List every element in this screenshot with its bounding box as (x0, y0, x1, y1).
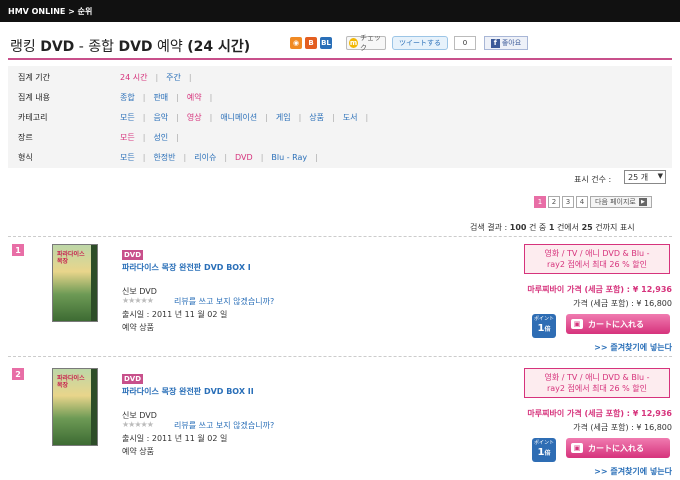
add-favorite-link[interactable]: >> 즐겨찾기에 넣는다 (594, 342, 672, 353)
filter-option[interactable]: 애니메이션 (220, 113, 257, 122)
filter-option[interactable]: 주간 (166, 73, 181, 82)
reserve-label: 예약 상품 (122, 447, 154, 456)
title-underline (8, 58, 672, 60)
play-arrow-icon: ▶ (638, 198, 647, 206)
list-item: 2 파라다이스 목장 DVD 파라다이스 목장 완전판 DVD BOX II 신… (8, 364, 672, 480)
add-favorite-link[interactable]: >> 즐겨찾기에 넣는다 (594, 466, 672, 477)
filter-row-content: 집계 내용 종합 | 판매 | 예약 | (18, 93, 213, 102)
page-3-button[interactable]: 3 (562, 196, 574, 208)
title-bar: 랭킹 DVD - 종합 DVD 예약 (24 시간) ◉ B BL m チェック … (8, 34, 672, 60)
release-date: 출시일 : 2011 년 11 월 02 일 (122, 310, 228, 319)
add-to-cart-button[interactable]: ▣ カートに入れる (566, 438, 670, 458)
page-title: 랭킹 DVD - 종합 DVD 예약 (24 시간) (10, 39, 251, 55)
perpage-value: 25 개 (628, 172, 649, 182)
release-date: 출시일 : 2011 년 11 월 02 일 (122, 434, 228, 443)
page-4-button[interactable]: 4 (576, 196, 588, 208)
list-divider (8, 236, 672, 237)
filter-label: 형식 (18, 153, 33, 162)
list-divider (8, 356, 672, 357)
filter-option[interactable]: 한정반 (153, 153, 175, 162)
star-rating-icon: ★★★★★ (122, 296, 154, 305)
product-title-link[interactable]: 파라다이스 목장 완전판 DVD BOX I (122, 262, 251, 273)
filter-option[interactable]: 판매 (153, 93, 168, 102)
reserve-label: 예약 상품 (122, 323, 154, 332)
list-price: 가격 (세금 포함) : ¥ 16,800 (573, 299, 672, 308)
list-price: 가격 (세금 포함) : ¥ 16,800 (573, 423, 672, 432)
filter-row-category: 카테고리 모든 | 음악 | 영상 | 애니메이션 | 게임 | 상품 | 도서 | (18, 113, 369, 122)
filter-option[interactable]: 모든 (120, 133, 135, 142)
point-multiplier-icon: ポイント 1倍 (532, 314, 556, 338)
filter-option[interactable]: 게임 (276, 113, 291, 122)
page-2-button[interactable]: 2 (548, 196, 560, 208)
result-count: 검색 결과 : 100 건 중 1 건에서 25 건까지 표시 (470, 223, 635, 232)
bookmark-bl-icon[interactable]: BL (320, 37, 332, 49)
add-to-cart-button[interactable]: ▣ カートに入れる (566, 314, 670, 334)
filter-row-genre: 장르 모든 | 성인 | (18, 133, 179, 142)
filter-option[interactable]: 종합 (120, 93, 135, 102)
cart-icon: ▣ (571, 443, 583, 453)
filter-label: 장르 (18, 133, 33, 142)
write-review-link[interactable]: 리뷰를 쓰고 보지 않겠습니까? (174, 420, 274, 431)
cover-title: 파라다이스 목장 (57, 251, 85, 265)
bookmark-b-icon[interactable]: B (305, 37, 317, 49)
chevron-down-icon: ▼ (657, 172, 663, 180)
product-title-link[interactable]: 파라다이스 목장 완전판 DVD BOX II (122, 386, 254, 397)
filter-option[interactable]: Blu - Ray (271, 153, 307, 162)
filter-option[interactable]: 도서 (343, 113, 358, 122)
discount-promo-box[interactable]: 영화 / TV / 애니 DVD & Blu - ray2 점에서 최대 26 %… (524, 368, 670, 398)
page-1-button[interactable]: 1 (534, 196, 546, 208)
rank-badge: 2 (12, 368, 24, 380)
format-badge: DVD (122, 250, 144, 260)
top-bar: HMV ONLINE > 순위 (0, 0, 680, 22)
filter-option[interactable]: 음악 (153, 113, 168, 122)
rank-badge: 1 (12, 244, 24, 256)
discount-promo-box[interactable]: 영화 / TV / 애니 DVD & Blu - ray2 점에서 최대 26 %… (524, 244, 670, 274)
product-cover[interactable]: 파라다이스 목장 (52, 244, 98, 322)
filter-row-period: 집계 기간 24 시간 | 주간 | (18, 73, 192, 82)
cover-title: 파라다이스 목장 (57, 375, 85, 389)
check-button[interactable]: m チェック (346, 34, 386, 52)
filter-option[interactable]: 모든 (120, 153, 135, 162)
filter-option[interactable]: 리이슈 (194, 153, 216, 162)
filter-label: 집계 기간 (18, 73, 50, 82)
share-icons: ◉ B BL (290, 37, 332, 49)
filter-label: 집계 내용 (18, 93, 50, 102)
tweet-count: 0 (454, 36, 476, 50)
cart-icon: ▣ (571, 319, 583, 329)
pagination: 1 2 3 4 다음 페이지로 ▶ (534, 196, 652, 208)
rss-icon[interactable]: ◉ (290, 37, 302, 49)
star-rating-icon: ★★★★★ (122, 420, 154, 429)
filter-option[interactable]: DVD (235, 153, 253, 162)
list-item: 1 파라다이스 목장 DVD 파라다이스 목장 완전판 DVD BOX I 신보… (8, 240, 672, 358)
write-review-link[interactable]: 리뷰를 쓰고 보지 않겠습니까? (174, 296, 274, 307)
next-page-button[interactable]: 다음 페이지로 ▶ (590, 196, 652, 208)
tweet-button[interactable]: ツイートする (392, 36, 448, 50)
facebook-icon: f (490, 38, 500, 48)
product-cover[interactable]: 파라다이스 목장 (52, 368, 98, 446)
member-price: 마루찌바이 가격 (세금 포함) : ¥ 12,936 (527, 285, 672, 294)
format-badge: DVD (122, 374, 144, 384)
member-price: 마루찌바이 가격 (세금 포함) : ¥ 12,936 (527, 409, 672, 418)
filter-panel: 집계 기간 24 시간 | 주간 | 집계 내용 종합 | 판매 | 예약 | 카테고리 모든 |… (8, 66, 672, 168)
filter-option[interactable]: 상품 (309, 113, 324, 122)
filter-option[interactable]: 성인 (153, 133, 168, 142)
filter-option[interactable]: 24 시간 (120, 73, 147, 82)
perpage-select[interactable]: 25 개 ▼ (624, 170, 666, 184)
filter-option[interactable]: 모든 (120, 113, 135, 122)
facebook-like-button[interactable]: f 좋아요 (484, 36, 528, 50)
filter-label: 카테고리 (18, 113, 48, 122)
check-logo-icon: m (349, 38, 358, 48)
filter-row-format: 형식 모든 | 한정반 | 리이슈 | DVD | Blu - Ray | (18, 153, 318, 162)
breadcrumb[interactable]: HMV ONLINE > 순위 (8, 6, 92, 17)
filter-option[interactable]: 예약 (187, 93, 202, 102)
perpage-label: 표시 건수 : (574, 175, 612, 184)
point-multiplier-icon: ポイント 1倍 (532, 438, 556, 462)
filter-option[interactable]: 영상 (187, 113, 202, 122)
